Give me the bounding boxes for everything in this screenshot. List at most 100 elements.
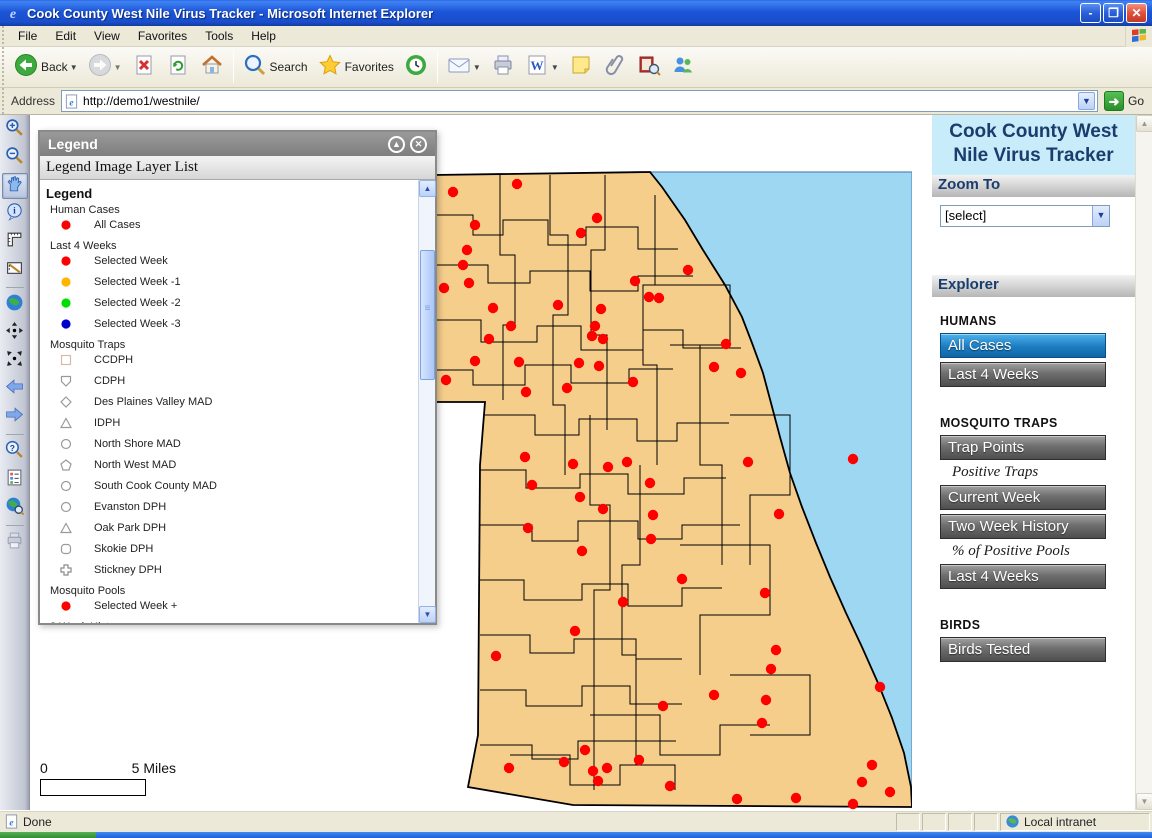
map-viewport[interactable]: 0 5 Miles Legend ▲ ✕ Legend Image Layer … (30, 115, 912, 810)
full-extent-tool[interactable] (2, 292, 28, 318)
menu-file[interactable]: File (9, 27, 46, 45)
explorer-button[interactable]: Current Week (940, 485, 1106, 510)
legend-group-label: Mosquito Pools (50, 585, 418, 597)
zoom-selected-tool[interactable] (2, 348, 28, 374)
windows-taskbar[interactable] (0, 832, 1152, 838)
legend-item-label: South Cook County MAD (94, 480, 217, 492)
print-button[interactable] (486, 50, 520, 84)
legend-symbol-icon (60, 600, 72, 612)
menu-favorites[interactable]: Favorites (129, 27, 196, 45)
chevron-down-icon[interactable]: ▼ (551, 63, 559, 72)
collapse-button[interactable]: ▲ (388, 136, 405, 153)
explorer-sublabel: % of Positive Pools (952, 543, 1135, 560)
address-bar: Address e http://demo1/westnile/ ▼ ➜ Go (0, 88, 1152, 115)
toolbar-separator (6, 525, 24, 526)
identify-tool[interactable]: i (2, 201, 28, 227)
search-button[interactable]: Search (238, 50, 313, 84)
explorer-button[interactable]: Last 4 Weeks (940, 362, 1106, 387)
legend-symbol-icon (60, 564, 72, 576)
scroll-down-button[interactable]: ▼ (419, 606, 436, 623)
legend-panel-header[interactable]: Legend ▲ ✕ (40, 132, 435, 156)
zoom-in-tool[interactable] (2, 117, 28, 143)
query-tool[interactable]: ? (2, 439, 28, 465)
toolbar-separator (437, 51, 438, 83)
measure-tool[interactable] (2, 229, 28, 255)
svg-text:e: e (69, 98, 73, 108)
menu-tools[interactable]: Tools (196, 27, 242, 45)
legend-symbol-icon (60, 354, 72, 366)
explorer-sublabel: Positive Traps (952, 464, 1135, 481)
browser-scrollbar[interactable]: ▲ ▼ (1135, 115, 1152, 810)
chevron-down-icon[interactable]: ▼ (70, 63, 78, 72)
explorer-button[interactable]: Birds Tested (940, 637, 1106, 662)
center-arrows-icon (5, 349, 24, 373)
legend-scrollbar[interactable]: ▲ ▼ (418, 180, 435, 623)
restore-button[interactable]: ❐ (1103, 3, 1124, 23)
zoom-to-select[interactable]: [select] ▼ (940, 205, 1110, 227)
zoom-in-icon (5, 118, 24, 142)
home-button[interactable] (195, 50, 229, 84)
forward-button[interactable]: ▼ (83, 50, 127, 84)
menu-help[interactable]: Help (242, 27, 285, 45)
toolbar-separator (6, 434, 24, 435)
stop-button[interactable] (127, 50, 161, 84)
explorer-button[interactable]: Two Week History (940, 514, 1106, 539)
menu-edit[interactable]: Edit (46, 27, 85, 45)
legend-item: CDPH (60, 375, 418, 387)
back-extent-tool[interactable] (2, 376, 28, 402)
close-button[interactable]: ✕ (1126, 3, 1147, 23)
scroll-up-button[interactable]: ▲ (1136, 115, 1152, 132)
explorer-button[interactable]: All Cases (940, 333, 1106, 358)
note-icon (569, 53, 593, 82)
paperclip-button[interactable] (598, 50, 632, 84)
mail-button[interactable]: ▼ (442, 50, 486, 84)
close-legend-button[interactable]: ✕ (410, 136, 427, 153)
legend-item: CCDPH (60, 354, 418, 366)
status-pane (896, 813, 920, 831)
zoom-to-header: Zoom To (932, 175, 1135, 197)
back-button[interactable]: Back▼ (9, 50, 83, 84)
legend-item-label: Oak Park DPH (94, 522, 166, 534)
scroll-thumb[interactable] (420, 250, 435, 380)
scroll-down-button[interactable]: ▼ (1136, 793, 1152, 810)
explorer-header: Explorer (932, 275, 1135, 297)
legend-item: IDPH (60, 417, 418, 429)
minimize-button[interactable]: - (1080, 3, 1101, 23)
zoom-out-tool[interactable] (2, 145, 28, 171)
start-button[interactable] (0, 832, 96, 838)
select-dropdown-button[interactable]: ▼ (1092, 206, 1109, 226)
standard-buttons-toolbar: Back▼▼SearchFavorites▼W▼ (0, 47, 1152, 88)
legend-item-label: Selected Week -2 (94, 297, 181, 309)
address-input[interactable]: e http://demo1/westnile/ ▼ (61, 90, 1098, 112)
menu-view[interactable]: View (85, 27, 129, 45)
explorer-button[interactable]: Trap Points (940, 435, 1106, 460)
chevron-down-icon[interactable]: ▼ (473, 63, 481, 72)
explorer-button[interactable]: Last 4 Weeks (940, 564, 1106, 589)
favorites-button[interactable]: Favorites (313, 50, 399, 84)
legend-item: Oak Park DPH (60, 522, 418, 534)
refresh-button[interactable] (161, 50, 195, 84)
explorer-section-header: BIRDS (940, 617, 1125, 632)
scroll-up-button[interactable]: ▲ (419, 180, 436, 197)
print-icon (491, 53, 515, 82)
messenger-button[interactable] (666, 50, 700, 84)
chevron-down-icon[interactable]: ▼ (114, 63, 122, 72)
address-dropdown-button[interactable]: ▼ (1078, 92, 1095, 110)
scale-miles-label: 5 Miles (132, 760, 176, 776)
history-button[interactable] (399, 50, 433, 84)
print-tool[interactable] (2, 530, 28, 556)
pan-tool[interactable] (2, 173, 28, 199)
legend-item: Skokie DPH (60, 543, 418, 555)
research-button[interactable] (632, 50, 666, 84)
edit-word-button[interactable]: W▼ (520, 50, 564, 84)
toolbar-separator (6, 287, 24, 288)
overview-map-tool[interactable] (2, 495, 28, 521)
go-button[interactable]: ➜ Go (1104, 91, 1144, 111)
note-button[interactable] (564, 50, 598, 84)
layer-list-tool[interactable] (2, 467, 28, 493)
forward-extent-tool[interactable] (2, 404, 28, 430)
measure-area-tool[interactable] (2, 257, 28, 283)
pan-arrows-tool[interactable] (2, 320, 28, 346)
forward-icon (88, 53, 112, 82)
legend-symbol-icon (60, 501, 72, 513)
